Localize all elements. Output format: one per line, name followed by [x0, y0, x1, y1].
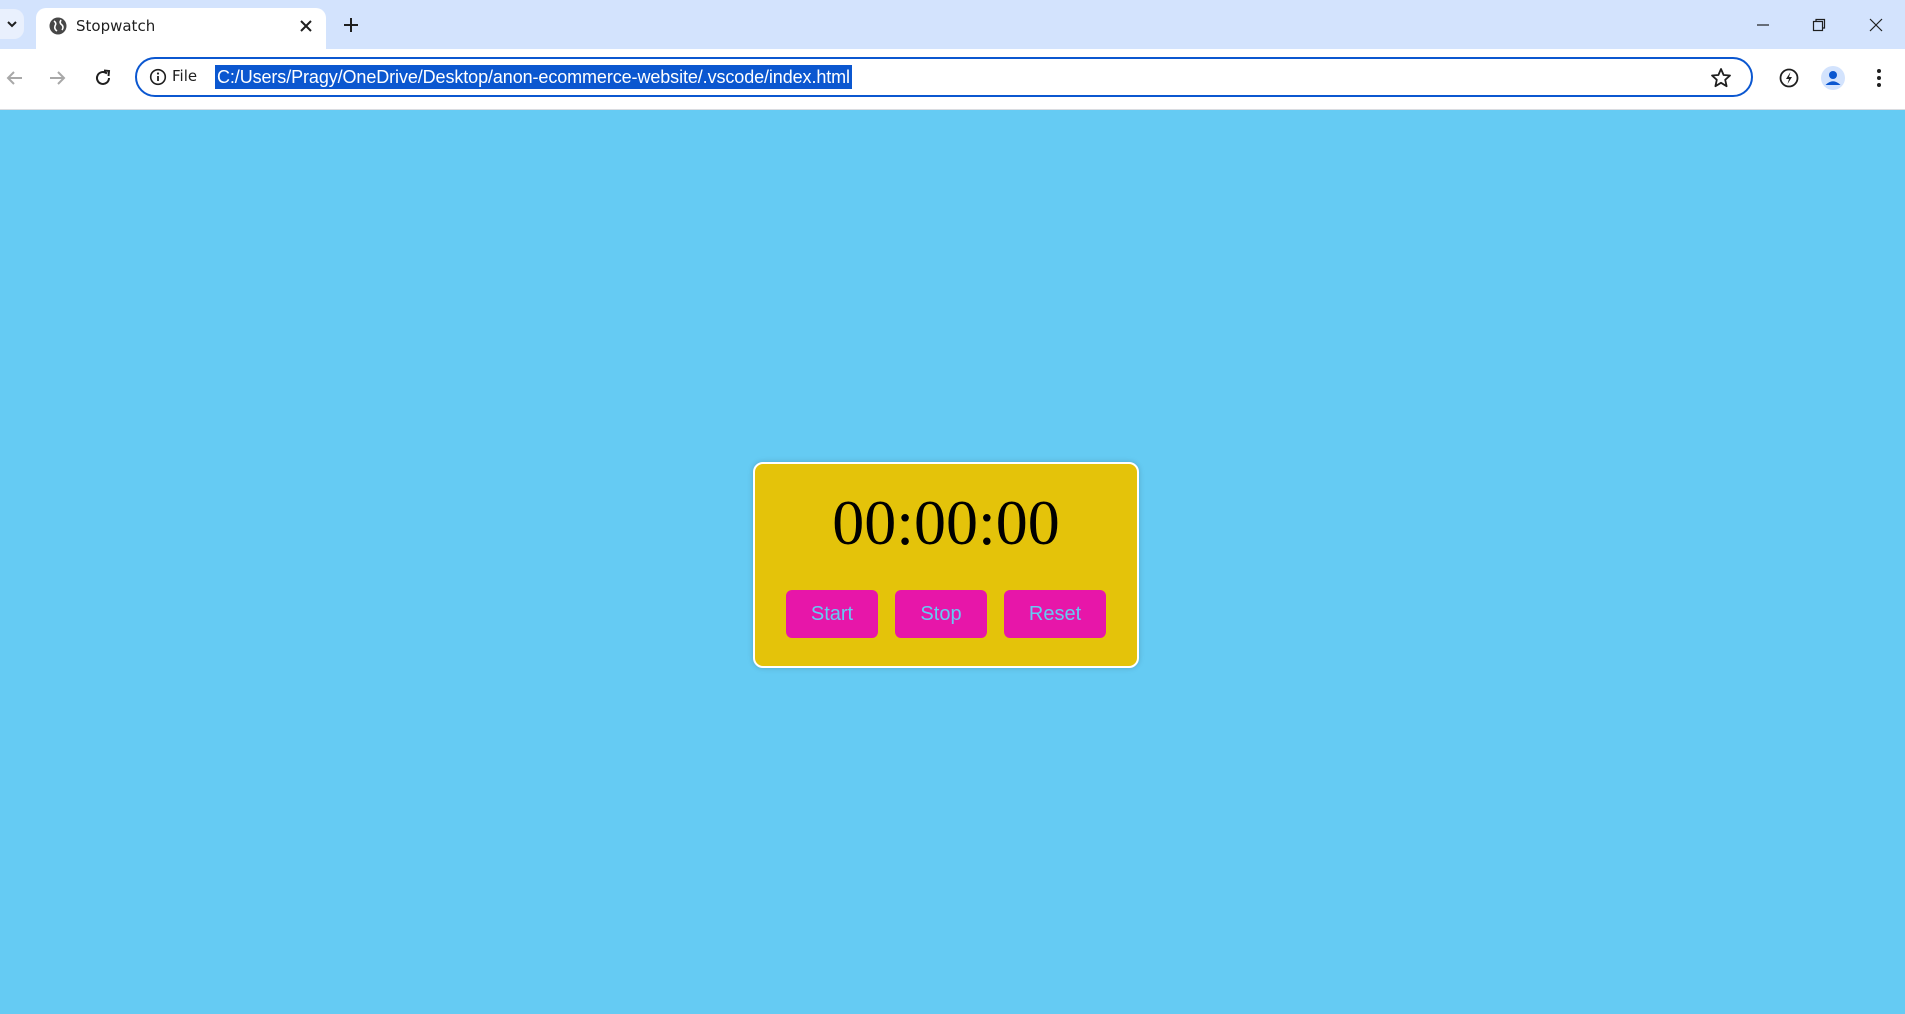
performance-button[interactable]: [1774, 63, 1804, 93]
reload-icon: [96, 69, 111, 85]
plus-icon: [344, 18, 358, 32]
menu-icon: [1877, 69, 1881, 87]
start-button[interactable]: Start: [786, 590, 878, 638]
arrow-right-icon: [50, 71, 66, 85]
page-content: 00:00:00 Start Stop Reset: [0, 110, 1905, 1014]
reload-button[interactable]: [88, 63, 118, 93]
tab-title: Stopwatch: [76, 17, 156, 35]
stop-button[interactable]: Stop: [895, 590, 987, 638]
time-display: 00:00:00: [832, 487, 1060, 558]
minimize-icon: [1757, 24, 1769, 26]
reset-button[interactable]: Reset: [1004, 590, 1106, 638]
restore-button[interactable]: [1804, 10, 1834, 40]
stopwatch-card: 00:00:00 Start Stop Reset: [753, 462, 1139, 668]
performance-icon: [1779, 68, 1799, 88]
close-icon: [1869, 18, 1883, 32]
menu-button[interactable]: [1864, 63, 1894, 93]
active-tab[interactable]: Stopwatch: [36, 8, 326, 49]
new-tab-button[interactable]: [338, 12, 364, 38]
profile-button[interactable]: [1818, 63, 1848, 93]
url-text[interactable]: C:/Users/Pragy/OneDrive/Desktop/anon-eco…: [215, 65, 852, 89]
globe-icon: [49, 17, 67, 35]
tab-search-button[interactable]: [0, 9, 24, 39]
restore-icon: [1812, 18, 1826, 32]
stopwatch-controls: Start Stop Reset: [755, 590, 1137, 638]
tab-close-button[interactable]: [294, 14, 318, 38]
browser-toolbar: File C:/Users/Pragy/OneDrive/Desktop/ano…: [0, 49, 1905, 110]
arrow-left-icon: [6, 71, 22, 85]
chevron-down-icon: [7, 21, 17, 28]
tab-strip: Stopwatch: [0, 0, 1905, 49]
forward-button[interactable]: [42, 63, 72, 93]
star-icon[interactable]: [1709, 66, 1733, 90]
address-bar[interactable]: File C:/Users/Pragy/OneDrive/Desktop/ano…: [135, 57, 1753, 97]
info-icon[interactable]: [149, 68, 167, 86]
back-button[interactable]: [0, 63, 30, 93]
window-close-button[interactable]: [1861, 10, 1891, 40]
profile-icon: [1821, 66, 1845, 90]
minimize-button[interactable]: [1748, 10, 1778, 40]
site-info-label[interactable]: File: [172, 67, 197, 85]
close-icon: [300, 20, 312, 32]
